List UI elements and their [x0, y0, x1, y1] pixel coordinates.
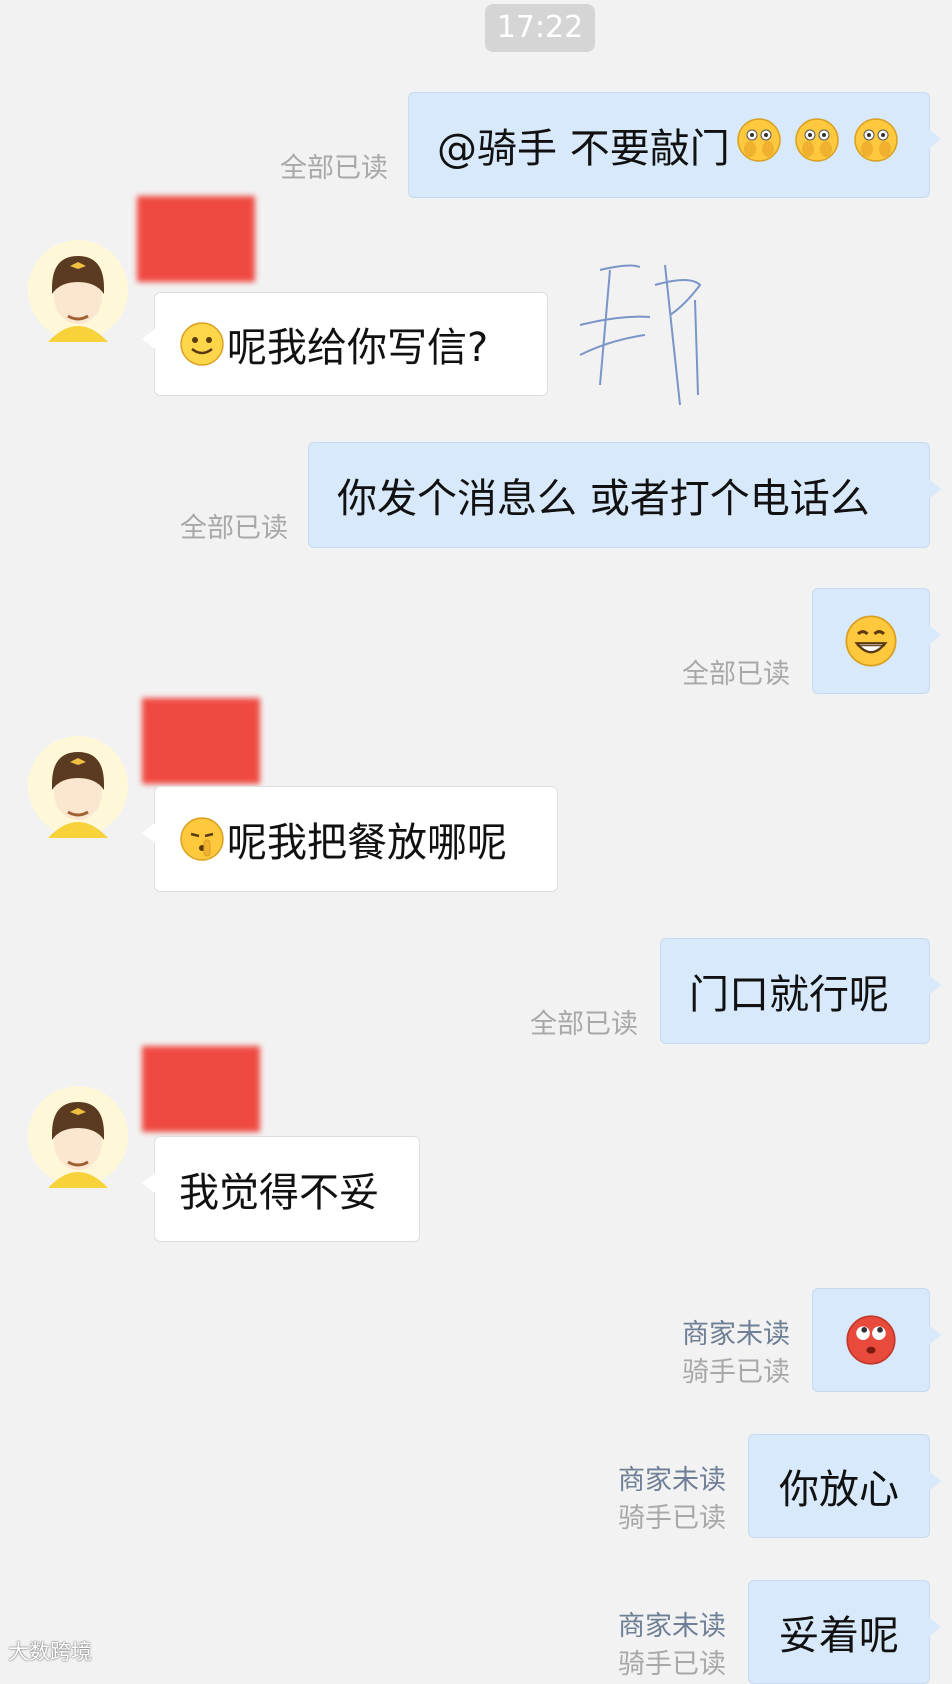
rider-avatar[interactable]	[26, 734, 130, 838]
message-text: 门口就行呢	[689, 972, 889, 1018]
message-text: 我觉得不妥	[179, 1170, 379, 1216]
redacted-name	[142, 1046, 260, 1132]
rider-read-status: 骑手已读	[618, 1503, 726, 1534]
message-text: @骑手 不要敲门	[437, 126, 730, 172]
message-bubble-incoming[interactable]: 我觉得不妥	[142, 1136, 420, 1242]
read-status: 商家未读 骑手已读	[600, 1316, 790, 1392]
timestamp-pill: 17:22	[485, 4, 595, 52]
read-status: 商家未读 骑手已读	[540, 1462, 726, 1538]
handwritten-note: 那	[570, 245, 730, 415]
message-bubble-outgoing[interactable]: 妥着呢	[748, 1580, 941, 1684]
redacted-name	[142, 698, 260, 784]
grin-emoji-icon	[844, 614, 898, 668]
read-status: 商家未读 骑手已读	[540, 1608, 726, 1684]
merchant-unread-status: 商家未读	[682, 1319, 790, 1350]
message-text: 呢我给你写信?	[227, 325, 489, 371]
rider-avatar[interactable]	[26, 1084, 130, 1188]
message-bubble-outgoing[interactable]	[812, 1288, 941, 1392]
read-status: 全部已读	[530, 1009, 638, 1040]
read-status: 全部已读	[682, 659, 790, 690]
shush-emoji-icon	[179, 816, 225, 862]
message-bubble-outgoing[interactable]: 你发个消息么 或者打个电话么	[308, 442, 941, 548]
rider-avatar[interactable]	[26, 238, 130, 342]
rider-read-status: 骑手已读	[618, 1649, 726, 1680]
read-status: 全部已读	[180, 513, 288, 544]
message-bubble-incoming[interactable]: 呢我把餐放哪呢	[142, 786, 558, 892]
merchant-unread-status: 商家未读	[618, 1611, 726, 1642]
read-status: 全部已读	[280, 153, 388, 184]
surprised-emoji-icon	[736, 117, 899, 173]
message-text: 你放心	[779, 1467, 899, 1513]
message-bubble-outgoing[interactable]	[812, 588, 941, 694]
message-bubble-incoming[interactable]: 呢我给你写信?	[142, 292, 548, 396]
redacted-name	[137, 196, 255, 282]
rider-read-status: 骑手已读	[682, 1357, 790, 1388]
message-bubble-outgoing[interactable]: @骑手 不要敲门	[408, 92, 941, 198]
merchant-unread-status: 商家未读	[618, 1465, 726, 1496]
message-text: 妥着呢	[779, 1613, 899, 1659]
smile-emoji-icon	[179, 321, 225, 367]
message-text: 呢我把餐放哪呢	[227, 820, 507, 866]
message-bubble-outgoing[interactable]: 你放心	[748, 1434, 941, 1538]
message-text: 你发个消息么 或者打个电话么	[337, 476, 870, 522]
message-bubble-outgoing[interactable]: 门口就行呢	[660, 938, 941, 1044]
eye-roll-emoji-icon	[845, 1314, 897, 1366]
watermark: 大数跨境	[8, 1640, 92, 1664]
